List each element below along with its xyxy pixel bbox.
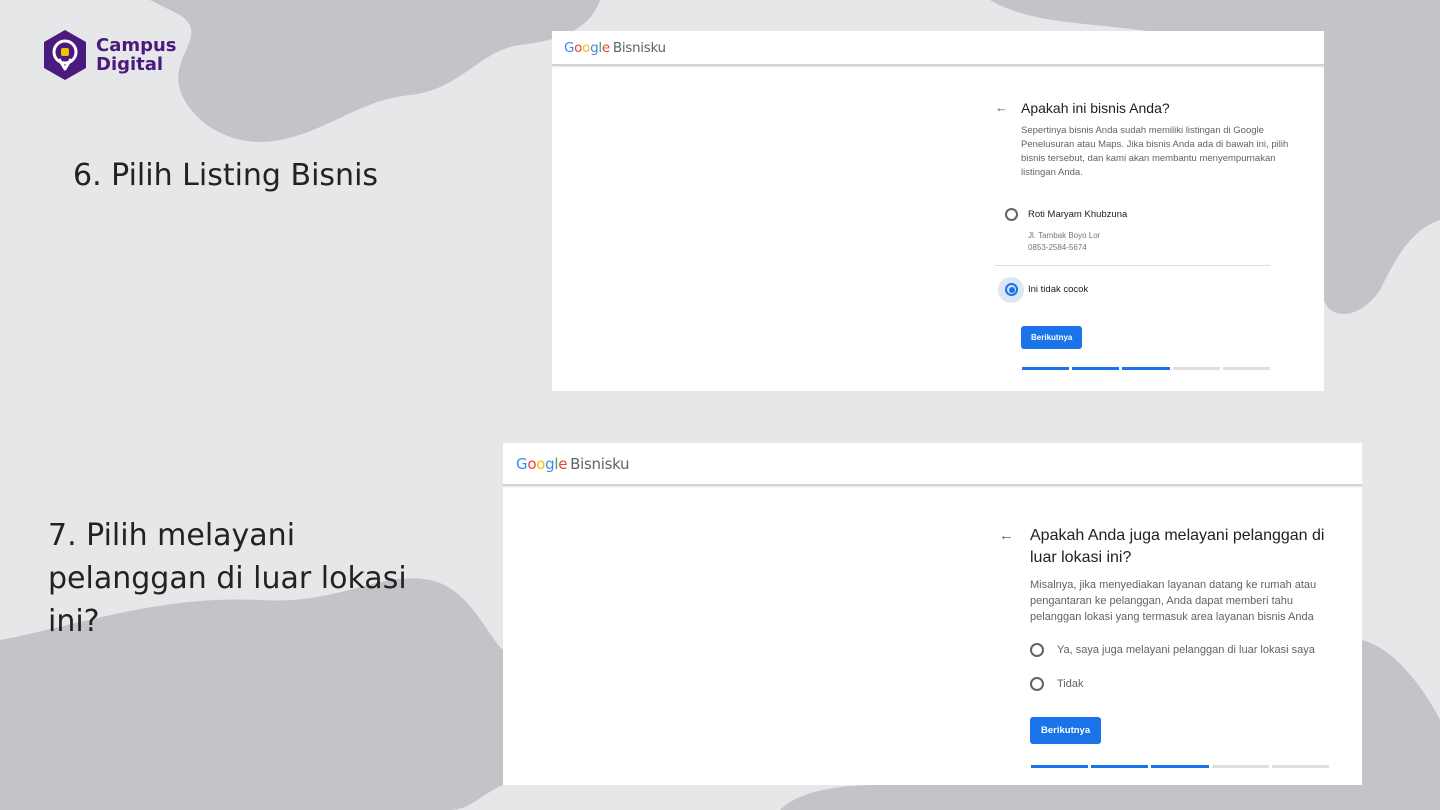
question-title: ← Apakah Anda juga melayani pelanggan di… (999, 525, 1329, 569)
back-arrow-icon[interactable]: ← (999, 525, 1014, 547)
business-phone: 0853-2584-5674 (1028, 243, 1087, 252)
product-name: Bisnisku (612, 39, 666, 56)
google-g: g (545, 454, 555, 473)
progress-segment (1072, 367, 1120, 370)
progress-segment (1022, 367, 1070, 370)
next-button[interactable]: Berikutnya (1030, 717, 1102, 744)
option-business-listing[interactable]: Roti Maryam Khubzuna (995, 208, 1270, 221)
next-button[interactable]: Berikutnya (1021, 326, 1083, 349)
progress-segment (1122, 367, 1170, 370)
google-wordmark: G (516, 454, 528, 473)
radio-dot (1008, 286, 1015, 293)
progress-segment (1222, 367, 1271, 370)
business-address: Jl. Tambak Boyo Lor (1028, 231, 1101, 240)
option-yes[interactable]: Ya, saya juga melayani pelanggan di luar… (999, 643, 1329, 657)
logo-line2: Digital (96, 54, 164, 75)
service-area-form: ← Apakah Anda juga melayani pelanggan di… (999, 525, 1330, 768)
radio-button[interactable] (1030, 677, 1044, 691)
progress-segment (1091, 765, 1149, 768)
question-description: Sepertinya bisnis Anda sudah memiliki li… (1021, 125, 1289, 178)
back-arrow-icon[interactable]: ← (995, 99, 1008, 117)
radio-button-selected[interactable] (1005, 283, 1018, 296)
option-no-label: Tidak (1057, 678, 1084, 690)
progress-segment (1172, 367, 1220, 370)
question-description: Misalnya, jika menyediakan layanan datan… (1030, 579, 1317, 623)
progress-bar (1022, 367, 1271, 370)
not-match-label: Ini tidak cocok (1028, 284, 1089, 295)
radio-button[interactable] (1005, 208, 1018, 221)
question-title-text: Apakah ini bisnis Anda? (1021, 100, 1170, 116)
question-title-text: Apakah Anda juga melayani pelanggan di l… (1030, 527, 1325, 566)
screenshot-panel-listing: Google Bisnisku ← Apakah ini bisnis Anda?… (552, 31, 1324, 391)
radio-button[interactable] (1030, 643, 1044, 657)
google-o1: o (527, 454, 537, 473)
product-name: Bisnisku (570, 454, 630, 473)
button-row: Berikutnya (995, 326, 1270, 349)
logo-line1: Campus (96, 35, 177, 56)
lightbulb-shield-icon (44, 30, 86, 80)
google-o2: o (582, 39, 591, 56)
google-header-bar: Google Bisnisku (503, 443, 1362, 486)
progress-segment (1271, 765, 1330, 768)
option-divider (995, 265, 1270, 266)
option-yes-label: Ya, saya juga melayani pelanggan di luar… (1057, 644, 1315, 656)
option-not-match[interactable]: Ini tidak cocok (995, 277, 1270, 303)
progress-bar (1031, 765, 1330, 768)
google-o2: o (536, 454, 546, 473)
google-wordmark: G (564, 39, 575, 56)
screenshot-panel-service-area: Google Bisnisku ← Apakah Anda juga melaya… (503, 443, 1362, 785)
google-bisnisku-logo[interactable]: Google Bisnisku (516, 454, 630, 473)
google-e: e (558, 454, 568, 473)
google-o1: o (574, 39, 583, 56)
button-row: Berikutnya (999, 717, 1329, 744)
progress-segment (1031, 765, 1089, 768)
google-e: e (601, 39, 610, 56)
progress-segment (1211, 765, 1269, 768)
listing-form: ← Apakah ini bisnis Anda? Sepertinya bis… (995, 99, 1288, 370)
business-name: Roti Maryam Khubzuna (1028, 209, 1128, 220)
campus-digital-logo: Campus Digital (40, 28, 177, 82)
google-bisnisku-logo[interactable]: Google Bisnisku (564, 40, 666, 56)
progress-segment (1151, 765, 1209, 768)
google-header-bar: Google Bisnisku (552, 31, 1324, 66)
option-no[interactable]: Tidak (999, 677, 1329, 691)
step6-caption: 6. Pilih Listing Bisnis (73, 158, 379, 193)
question-title: ← Apakah ini bisnis Anda? (995, 99, 1270, 117)
step7-caption: 7. Pilih melayani pelanggan di luar loka… (48, 518, 407, 639)
logo-wordmark: Campus Digital (96, 36, 177, 74)
